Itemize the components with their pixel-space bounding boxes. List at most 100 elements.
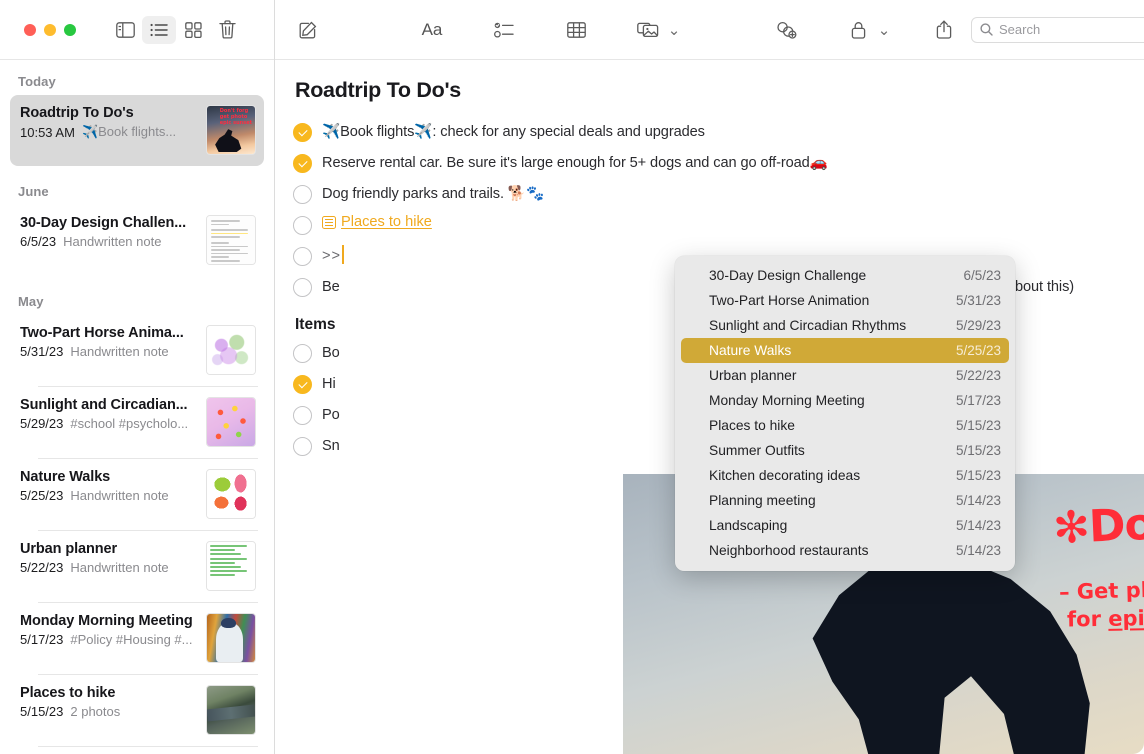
media-icon[interactable] xyxy=(629,15,667,45)
note-item-meta: 6/5/23 Handwritten note xyxy=(20,234,198,249)
close-window-button[interactable] xyxy=(24,24,36,36)
note-item-subtitle: Handwritten note xyxy=(70,560,168,575)
popup-row[interactable]: Monday Morning Meeting 5/17/23 xyxy=(675,388,1015,413)
checkbox-checked[interactable] xyxy=(293,123,312,142)
thumbnail-cyclist-image: Don't forgget photoepic sunset xyxy=(207,106,255,154)
popup-row[interactable]: Landscaping 5/14/23 xyxy=(675,513,1015,538)
note-list-item-sunlight-circadian[interactable]: Sunlight and Circadian... 5/29/23 #schoo… xyxy=(10,387,264,458)
checkbox-unchecked[interactable] xyxy=(293,216,312,235)
popup-row-title: Monday Morning Meeting xyxy=(709,393,865,408)
note-item-texts: Sunlight and Circadian... 5/29/23 #schoo… xyxy=(20,397,206,431)
note-item-date: 5/31/23 xyxy=(20,344,63,359)
group-header-may: May xyxy=(0,276,274,315)
popup-row[interactable]: 30-Day Design Challenge 6/5/23 xyxy=(675,263,1015,288)
popup-row-selected[interactable]: Nature Walks 5/25/23 xyxy=(681,338,1009,363)
handwriting-line-1: – Get photo at this location xyxy=(1059,572,1144,604)
trash-icon[interactable] xyxy=(210,16,244,44)
note-item-texts: Two-Part Horse Anima... 5/31/23 Handwrit… xyxy=(20,325,206,359)
note-item-subtitle: Handwritten note xyxy=(70,488,168,503)
popup-row[interactable]: Summer Outfits 5/15/23 xyxy=(675,438,1015,463)
checkbox-unchecked[interactable] xyxy=(293,278,312,297)
note-item-date: 5/25/23 xyxy=(20,488,63,503)
note-list-item-design-challenge[interactable]: 30-Day Design Challen... 6/5/23 Handwrit… xyxy=(10,205,264,276)
collaborate-icon[interactable] xyxy=(767,15,805,45)
note-item-thumbnail xyxy=(206,325,256,375)
checklist-item-text: Be xyxy=(322,276,340,298)
star-glyph: ✻ xyxy=(1052,502,1090,555)
note-item-texts: Roadtrip To Do's 10:53 AM ✈️Book flights… xyxy=(20,105,206,140)
note-list-item-summer-outfits[interactable]: Summer Outfits xyxy=(10,747,264,754)
checklist-item-rental-car[interactable]: Reserve rental car. Be sure it's large e… xyxy=(293,152,1144,178)
handwriting-title: ✻Don't forget xyxy=(1052,489,1144,554)
popup-row[interactable]: Neighborhood restaurants 5/14/23 xyxy=(675,538,1015,563)
note-item-thumbnail xyxy=(206,613,256,663)
popup-row-date: 5/14/23 xyxy=(956,493,1001,508)
checkbox-unchecked[interactable] xyxy=(293,185,312,204)
checklist-icon[interactable] xyxy=(485,15,523,45)
group-header-june: June xyxy=(0,166,274,205)
popup-row-title: Landscaping xyxy=(709,518,787,533)
popup-row-date: 6/5/23 xyxy=(963,268,1001,283)
lock-icon[interactable] xyxy=(839,15,877,45)
notes-list[interactable]: Today Roadtrip To Do's 10:53 AM ✈️Book f… xyxy=(0,60,274,754)
format-text-button[interactable]: Aa xyxy=(413,15,451,45)
note-item-meta: 5/22/23 Handwritten note xyxy=(20,560,198,575)
checklist-item-text: Sn xyxy=(322,435,340,457)
note-link[interactable]: Places to hike xyxy=(322,214,432,230)
note-item-meta: 5/17/23 #Policy #Housing #... xyxy=(20,632,198,647)
note-item-texts: Places to hike 5/15/23 2 photos xyxy=(20,685,206,719)
minimize-window-button[interactable] xyxy=(44,24,56,36)
note-item-meta: 5/15/23 2 photos xyxy=(20,704,198,719)
popup-row-title: Neighborhood restaurants xyxy=(709,543,869,558)
checkbox-unchecked[interactable] xyxy=(293,247,312,266)
list-view-icon[interactable] xyxy=(142,16,176,44)
popup-row-date: 5/15/23 xyxy=(956,468,1001,483)
popup-row[interactable]: Places to hike 5/15/23 xyxy=(675,413,1015,438)
sidebar-toolbar xyxy=(0,0,274,60)
note-list-item-monday-meeting[interactable]: Monday Morning Meeting 5/17/23 #Policy #… xyxy=(10,603,264,674)
popup-row-date: 5/25/23 xyxy=(956,343,1001,358)
popup-row[interactable]: Kitchen decorating ideas 5/15/23 xyxy=(675,463,1015,488)
table-icon[interactable] xyxy=(557,15,595,45)
checklist-item-text-tail: bout this) xyxy=(1015,276,1074,298)
gallery-view-icon[interactable] xyxy=(176,16,210,44)
checkbox-unchecked[interactable] xyxy=(293,437,312,456)
media-chevron-down-icon[interactable]: ⌄ xyxy=(667,21,681,39)
note-item-date: 10:53 AM xyxy=(20,125,75,140)
popup-row[interactable]: Urban planner 5/22/23 xyxy=(675,363,1015,388)
note-list-item-nature-walks[interactable]: Nature Walks 5/25/23 Handwritten note xyxy=(10,459,264,530)
popup-row[interactable]: Sunlight and Circadian Rhythms 5/29/23 xyxy=(675,313,1015,338)
note-list-item-urban-planner[interactable]: Urban planner 5/22/23 Handwritten note xyxy=(10,531,264,602)
zoom-window-button[interactable] xyxy=(64,24,76,36)
typing-input-wrapper[interactable]: >> xyxy=(322,245,344,265)
note-link-autocomplete-popup[interactable]: 30-Day Design Challenge 6/5/23 Two-Part … xyxy=(675,256,1015,571)
thumbnail-molecule-image xyxy=(207,398,255,446)
note-item-meta: 5/31/23 Handwritten note xyxy=(20,344,198,359)
checkbox-unchecked[interactable] xyxy=(293,344,312,363)
note-item-subtitle: Handwritten note xyxy=(63,234,161,249)
sidebar-toggle-icon[interactable] xyxy=(108,16,142,44)
checkbox-unchecked[interactable] xyxy=(293,406,312,425)
note-list-item-places-to-hike[interactable]: Places to hike 5/15/23 2 photos xyxy=(10,675,264,746)
note-item-thumbnail: Don't forgget photoepic sunset xyxy=(206,105,256,155)
checkbox-checked[interactable] xyxy=(293,154,312,173)
thumbnail-leaves-image xyxy=(207,470,255,518)
checklist-item-places-to-hike-link[interactable]: Places to hike xyxy=(293,214,1144,240)
checklist-item-dog-parks[interactable]: Dog friendly parks and trails. 🐕🐾 xyxy=(293,183,1144,209)
checklist-item-book-flights[interactable]: ✈️Book flights✈️: check for any special … xyxy=(293,121,1144,147)
note-item-title: Urban planner xyxy=(20,541,198,557)
lock-chevron-down-icon[interactable]: ⌄ xyxy=(877,21,891,39)
popup-row-title: Urban planner xyxy=(709,368,796,383)
popup-row-title: Two-Part Horse Animation xyxy=(709,293,869,308)
popup-row-title: Summer Outfits xyxy=(709,443,805,458)
compose-note-icon[interactable] xyxy=(289,15,327,45)
share-icon[interactable] xyxy=(925,15,963,45)
popup-row-title: Nature Walks xyxy=(709,343,791,358)
search-input[interactable]: Search xyxy=(971,17,1144,43)
checkbox-checked[interactable] xyxy=(293,375,312,394)
popup-row[interactable]: Planning meeting 5/14/23 xyxy=(675,488,1015,513)
popup-row[interactable]: Two-Part Horse Animation 5/31/23 xyxy=(675,288,1015,313)
note-item-texts: Urban planner 5/22/23 Handwritten note xyxy=(20,541,206,575)
note-list-item-roadtrip[interactable]: Roadtrip To Do's 10:53 AM ✈️Book flights… xyxy=(10,95,264,166)
note-list-item-horse-animation[interactable]: Two-Part Horse Anima... 5/31/23 Handwrit… xyxy=(10,315,264,386)
